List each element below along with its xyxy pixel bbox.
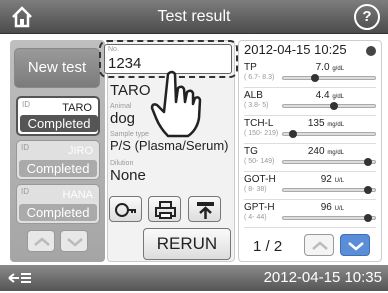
param-value-number: 4.4 xyxy=(315,90,330,101)
page-down-button[interactable] xyxy=(340,234,370,256)
param-range: ( 3.8- 5) xyxy=(244,102,269,109)
sample-status: Completed xyxy=(19,204,97,221)
param-value-number: 96 xyxy=(320,202,332,213)
sample-name: JIRO xyxy=(67,145,93,157)
row-divider xyxy=(244,87,376,88)
param-name: TP xyxy=(244,62,257,73)
param-gauge-marker xyxy=(289,130,297,138)
hand-pointer-icon xyxy=(150,70,202,138)
param-value: 96 U/L xyxy=(290,202,344,213)
sample-item-jiro[interactable]: ID JIRO Completed xyxy=(16,140,100,180)
param-gauge-track xyxy=(282,188,376,192)
param-name: TG xyxy=(244,146,258,157)
row-divider xyxy=(244,143,376,144)
scroll-down-button[interactable] xyxy=(60,230,88,252)
dilution-label: Dilution xyxy=(110,160,134,167)
param-gauge-marker xyxy=(364,186,372,194)
home-icon xyxy=(12,6,32,28)
rerun-button[interactable]: RERUN xyxy=(143,228,231,260)
param-unit: g/dL xyxy=(332,94,344,100)
param-unit: mg/dL xyxy=(327,122,344,128)
page-indicator: 1 / 2 xyxy=(253,238,283,255)
param-name: ALB xyxy=(244,90,263,101)
param-unit: mg/dL xyxy=(327,150,344,156)
param-value-number: 7.0 xyxy=(315,62,330,73)
param-unit: U/L xyxy=(334,178,344,184)
print-button[interactable] xyxy=(148,196,181,222)
param-unit: g/dL xyxy=(332,66,344,72)
status-indicator xyxy=(366,46,376,56)
param-value-number: 240 xyxy=(307,146,325,157)
param-gauge-marker xyxy=(330,102,338,110)
key-button[interactable] xyxy=(109,196,142,222)
animal-value[interactable]: dog xyxy=(110,110,135,127)
sample-item-hana[interactable]: ID HANA Completed xyxy=(16,184,100,224)
row-divider xyxy=(244,171,376,172)
param-gauge-track xyxy=(282,160,376,164)
sample-type-label: Sample type xyxy=(110,131,149,138)
param-gauge-marker xyxy=(364,158,372,166)
param-value: 4.4 g/dL xyxy=(290,90,344,101)
home-button[interactable] xyxy=(4,3,40,31)
param-range: ( 4- 44) xyxy=(244,214,267,221)
param-unit: U/L xyxy=(334,206,344,212)
param-range: ( 6.7- 8.3) xyxy=(244,74,275,81)
sample-id-label: ID xyxy=(21,187,29,196)
back-button[interactable] xyxy=(6,268,36,288)
footer-datetime: 2012-04-15 10:35 xyxy=(263,269,382,286)
page-title: Test result xyxy=(157,8,231,25)
param-gauge-marker xyxy=(364,214,372,222)
help-button[interactable]: ? xyxy=(354,4,380,30)
printer-icon xyxy=(155,201,176,219)
param-gauge-track xyxy=(282,216,376,220)
row-divider xyxy=(244,199,376,200)
sample-id-value: TARO xyxy=(110,82,151,99)
export-button[interactable] xyxy=(188,196,221,222)
sample-status: Completed xyxy=(19,160,97,177)
sample-status: Completed xyxy=(20,115,98,132)
scroll-up-button[interactable] xyxy=(27,230,55,252)
param-name: GOT-H xyxy=(244,174,276,185)
sample-id-label: ID xyxy=(21,143,29,152)
param-gauge-track xyxy=(282,104,376,108)
result-datetime: 2012-04-15 10:25 xyxy=(244,42,347,57)
upload-icon xyxy=(197,202,214,219)
param-gauge-track xyxy=(282,76,376,80)
sample-name: HANA xyxy=(62,189,93,201)
new-test-button[interactable]: New test xyxy=(14,48,100,88)
animal-label: Animal xyxy=(110,103,132,110)
sample-type-value[interactable]: P/S (Plasma/Serum) xyxy=(110,138,228,153)
param-range: ( 150- 219) xyxy=(244,130,279,137)
back-list-icon xyxy=(8,273,31,283)
sample-name: TARO xyxy=(62,102,92,114)
param-value-number: 135 xyxy=(307,118,325,129)
sample-item-taro[interactable]: ID TARO Completed xyxy=(16,96,100,136)
chevron-up-icon xyxy=(34,237,50,246)
chevron-down-icon xyxy=(67,238,83,247)
sample-id-label: ID xyxy=(22,100,30,109)
param-value: 92 U/L xyxy=(290,174,344,185)
param-name: GPT-H xyxy=(244,202,275,213)
param-value-number: 92 xyxy=(320,174,332,185)
key-icon xyxy=(115,203,136,217)
param-range: ( 50- 149) xyxy=(244,158,275,165)
param-range: ( 8- 38) xyxy=(244,186,267,193)
row-divider xyxy=(244,227,376,228)
param-value: 240 mg/dL xyxy=(290,146,344,157)
param-gauge-marker xyxy=(311,74,319,82)
param-value: 7.0 g/dL xyxy=(290,62,344,73)
param-value: 135 mg/dL xyxy=(290,118,344,129)
page-up-button[interactable] xyxy=(304,234,334,256)
chevron-down-icon xyxy=(348,242,364,251)
param-name: TCH-L xyxy=(244,118,274,129)
chevron-up-icon xyxy=(312,241,328,250)
dilution-value[interactable]: None xyxy=(110,167,146,184)
row-divider xyxy=(244,115,376,116)
